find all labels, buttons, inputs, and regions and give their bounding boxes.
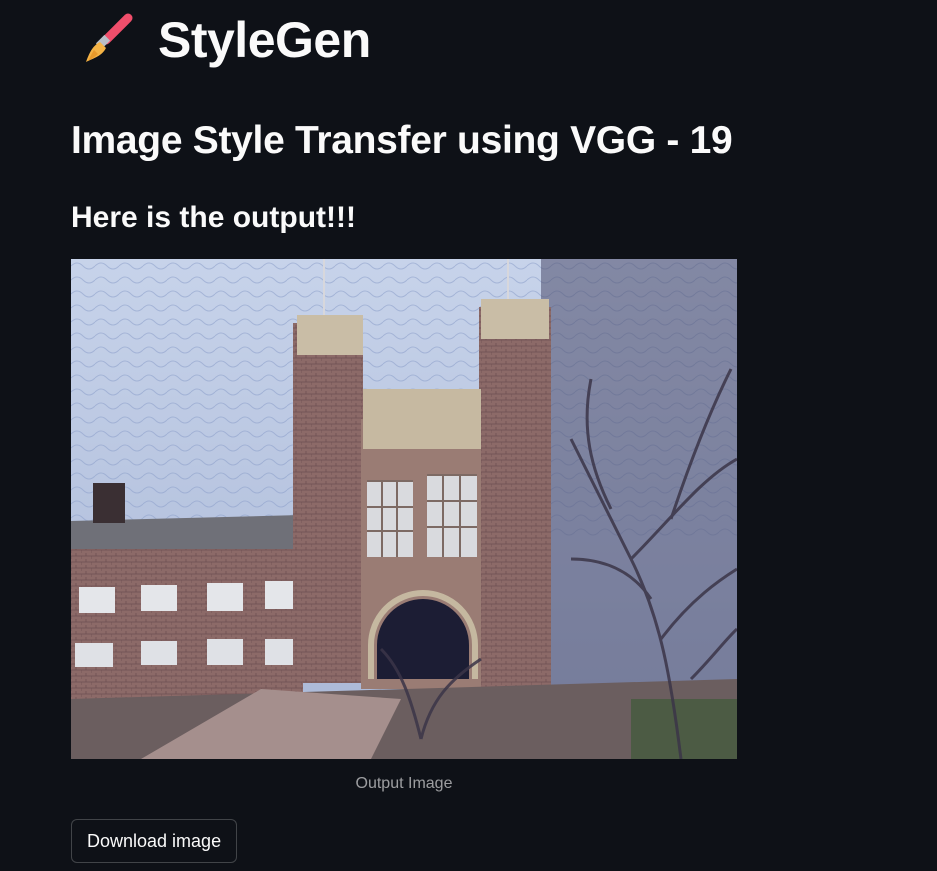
download-image-button[interactable]: Download image [71, 819, 238, 863]
paintbrush-icon [86, 13, 133, 62]
app-root: StyleGen Image Style Transfer using VGG … [0, 0, 937, 871]
brand-header: StyleGen [80, 8, 371, 72]
output-heading: Here is the output!!! [71, 201, 356, 234]
output-figure: Output Image [71, 259, 737, 793]
output-caption: Output Image [355, 775, 453, 792]
page-title: Image Style Transfer using VGG - 19 [71, 119, 733, 162]
app-title: StyleGen [158, 12, 371, 68]
output-image [71, 259, 737, 759]
